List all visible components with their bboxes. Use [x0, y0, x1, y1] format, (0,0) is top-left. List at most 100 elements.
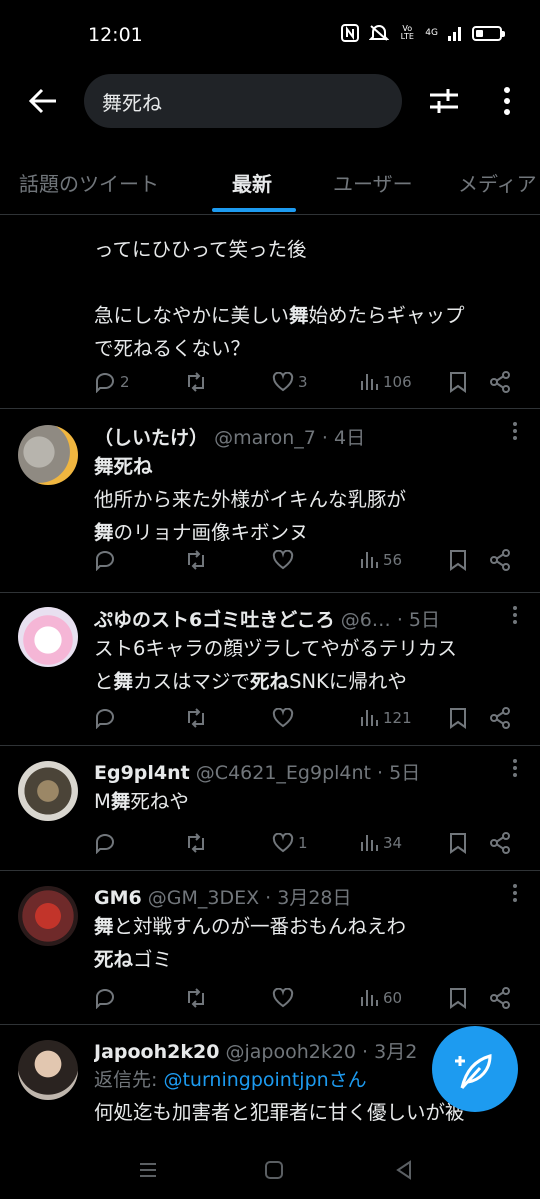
tweet-feed: ってにひひって笑った後 急にしなやかに美しい舞始めたらギャップ で死ねるくない？…: [0, 215, 540, 1155]
avatar[interactable]: [18, 761, 78, 821]
reply-button[interactable]: [94, 983, 116, 1013]
bookmark-icon: [450, 708, 466, 729]
avatar[interactable]: [18, 1040, 78, 1100]
compose-button[interactable]: [432, 1026, 518, 1112]
views-icon: [361, 835, 378, 851]
bookmark-button[interactable]: [449, 545, 467, 575]
avatar[interactable]: [18, 607, 78, 667]
tweet-actions: 56: [94, 545, 520, 575]
retweet-icon: [188, 988, 204, 1008]
retweet-icon: [188, 708, 204, 728]
author-handle: @6… · 5日: [340, 609, 440, 631]
view-count: 60: [383, 989, 403, 1007]
tweet-actions: 1 34: [94, 828, 520, 858]
views-button[interactable]: 56: [359, 545, 402, 575]
like-icon: [272, 988, 294, 1008]
retweet-button[interactable]: [184, 828, 208, 858]
retweet-button[interactable]: [184, 983, 208, 1013]
more-vertical-icon[interactable]: [512, 421, 518, 441]
more-vertical-icon[interactable]: [512, 883, 518, 903]
reply-icon: [96, 834, 114, 854]
volte-label: Vo LTE: [400, 24, 414, 41]
more-vertical-icon[interactable]: [512, 605, 518, 625]
tweet-text: スト6キャラの顔ヅラしてやがるテリカス と舞カスはマジで死ねSNKに帰れや: [94, 637, 457, 693]
reply-button[interactable]: [94, 545, 116, 575]
like-button[interactable]: [272, 545, 294, 575]
like-count: 3: [298, 373, 308, 391]
reply-icon: [96, 373, 114, 393]
views-button[interactable]: 60: [359, 983, 402, 1013]
reply-button[interactable]: [94, 828, 116, 858]
share-button[interactable]: [489, 983, 511, 1013]
reply-mention-link[interactable]: @turningpointjpnさん: [163, 1069, 366, 1091]
view-count: 106: [383, 373, 412, 391]
system-nav-bar: [0, 1140, 540, 1199]
author-name[interactable]: GM6: [94, 887, 142, 909]
bookmark-icon: [450, 550, 466, 571]
more-vertical-icon[interactable]: [496, 84, 518, 118]
reply-button[interactable]: 2: [94, 367, 130, 397]
search-input[interactable]: 舞死ね: [84, 74, 402, 128]
home-icon[interactable]: [260, 1156, 288, 1184]
tab-media[interactable]: メディア: [458, 168, 537, 197]
view-count: 34: [383, 834, 403, 852]
tab-top[interactable]: 話題のツイート: [19, 168, 159, 197]
like-button[interactable]: [272, 703, 294, 733]
like-button[interactable]: 1: [272, 828, 308, 858]
tweet-item[interactable]: ぷゆのスト6ゴミ吐きどころ @6… · 5日 スト6キャラの顔ヅラしてやがるテリ…: [0, 593, 540, 746]
back-arrow-icon[interactable]: [26, 84, 60, 118]
author-name[interactable]: Eg9pl4nt: [94, 762, 190, 784]
avatar[interactable]: [18, 886, 78, 946]
views-icon: [361, 710, 378, 726]
tweet-text: ってにひひって笑った後 急にしなやかに美しい舞始めたらギャップ で死ねるくない？: [94, 238, 465, 360]
view-count: 121: [383, 709, 412, 727]
bookmark-button[interactable]: [449, 367, 467, 397]
retweet-button[interactable]: [184, 703, 208, 733]
compose-icon: [455, 1054, 492, 1090]
share-icon: [490, 371, 510, 393]
views-button[interactable]: 121: [359, 703, 412, 733]
filter-icon[interactable]: [428, 84, 460, 118]
like-button[interactable]: 3: [272, 367, 308, 397]
views-icon: [361, 552, 378, 568]
share-button[interactable]: [489, 828, 511, 858]
like-count: 1: [298, 834, 308, 852]
like-icon: [272, 708, 294, 728]
reply-icon: [96, 551, 114, 571]
views-button[interactable]: 106: [359, 367, 412, 397]
tweet-item[interactable]: ってにひひって笑った後 急にしなやかに美しい舞始めたらギャップ で死ねるくない？…: [0, 215, 540, 409]
bookmark-button[interactable]: [449, 828, 467, 858]
author-handle: @C4621_Eg9pl4nt · 5日: [195, 762, 421, 784]
tweet-actions: 2 3 106: [94, 367, 520, 397]
tweet-actions: 60: [94, 983, 520, 1013]
recent-apps-icon[interactable]: [134, 1156, 162, 1184]
avatar[interactable]: [18, 425, 78, 485]
bookmark-icon: [450, 988, 466, 1009]
tweet-item[interactable]: GM6 @GM_3DEX · 3月28日 舞と対戦すんのが一番おもんねえわ 死ね…: [0, 871, 540, 1025]
retweet-button[interactable]: [184, 545, 208, 575]
tweet-item[interactable]: （しいたけ） @maron_7 · 4日 舞死ね 他所から来た外様がイキんな乳豚…: [0, 409, 540, 593]
views-icon: [361, 374, 378, 390]
like-button[interactable]: [272, 983, 294, 1013]
share-button[interactable]: [489, 703, 511, 733]
retweet-button[interactable]: [184, 367, 208, 397]
more-vertical-icon[interactable]: [512, 758, 518, 778]
views-button[interactable]: 34: [359, 828, 402, 858]
tweet-item[interactable]: Eg9pl4nt @C4621_Eg9pl4nt · 5日 M舞死ねや 1 34: [0, 746, 540, 871]
status-icons: Vo LTE 4G: [341, 24, 505, 42]
share-button[interactable]: [489, 545, 511, 575]
tab-latest[interactable]: 最新: [232, 168, 272, 197]
back-icon[interactable]: [390, 1156, 418, 1184]
tweet-header: Eg9pl4nt @C4621_Eg9pl4nt · 5日: [94, 758, 518, 785]
author-name[interactable]: ぷゆのスト6ゴミ吐きどころ: [94, 609, 335, 631]
author-name[interactable]: Japooh2k20: [94, 1041, 219, 1063]
author-name[interactable]: （しいたけ）: [94, 427, 208, 449]
bookmark-button[interactable]: [449, 703, 467, 733]
tweet-header: （しいたけ） @maron_7 · 4日: [94, 423, 518, 450]
reply-button[interactable]: [94, 703, 116, 733]
share-button[interactable]: [489, 367, 511, 397]
tab-users[interactable]: ユーザー: [333, 168, 413, 197]
active-tab-indicator: [212, 208, 296, 212]
share-icon: [490, 987, 510, 1009]
bookmark-button[interactable]: [449, 983, 467, 1013]
